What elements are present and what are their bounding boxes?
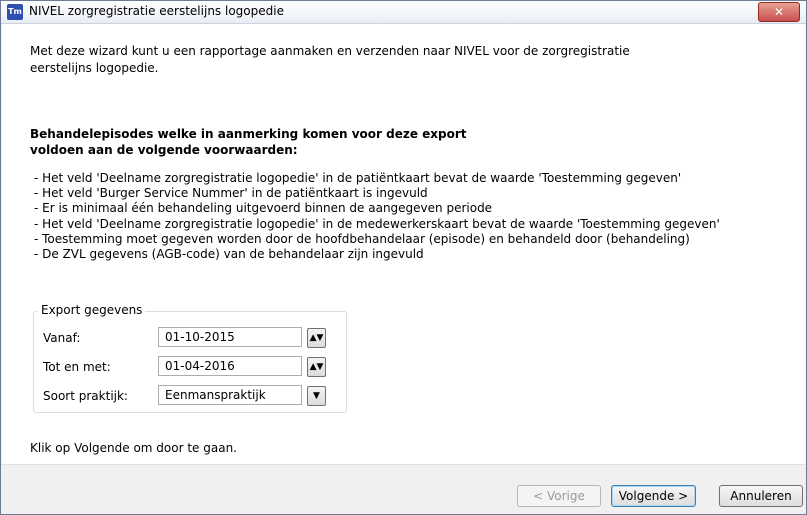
condition-item: - Het veld 'Burger Service Nummer' in de…: [34, 186, 428, 201]
close-button[interactable]: ✕: [758, 2, 800, 22]
condition-item: - De ZVL gegevens (AGB-code) van de beha…: [34, 247, 424, 262]
condition-item: - Er is minimaal één behandeling uitgevo…: [34, 201, 493, 216]
footer-separator: [1, 464, 806, 465]
previous-button[interactable]: < Vorige: [517, 485, 601, 507]
tot-en-met-label: Tot en met:: [43, 360, 111, 374]
export-groupbox-legend: Export gegevens: [38, 303, 146, 317]
vanaf-spin-button[interactable]: ▲▼: [307, 328, 326, 348]
soort-praktijk-label: Soort praktijk:: [43, 389, 128, 403]
conditions-list: - Het veld 'Deelname zorgregistratie log…: [34, 171, 720, 262]
continue-hint: Klik op Volgende om door te gaan.: [30, 441, 237, 455]
window-title: NIVEL zorgregistratie eerstelijns logope…: [29, 4, 284, 18]
title-bar: Tm NIVEL zorgregistratie eerstelijns log…: [1, 1, 806, 24]
tot-en-met-spin-button[interactable]: ▲▼: [307, 357, 326, 377]
soort-praktijk-select[interactable]: Eenmanspraktijk: [158, 385, 302, 405]
condition-item: - Het veld 'Deelname zorgregistratie log…: [34, 171, 682, 185]
app-icon: Tm: [7, 4, 23, 20]
tot-en-met-date-input[interactable]: 01-04-2016: [158, 356, 302, 376]
next-button[interactable]: Volgende >: [611, 485, 696, 507]
cancel-button[interactable]: Annuleren: [719, 485, 803, 507]
soort-praktijk-dropdown-button[interactable]: ▼: [307, 386, 326, 406]
vanaf-label: Vanaf:: [43, 331, 81, 345]
intro-text: Met deze wizard kunt u een rapportage aa…: [30, 44, 630, 75]
wizard-window: Tm NIVEL zorgregistratie eerstelijns log…: [0, 0, 807, 515]
vanaf-date-input[interactable]: 01-10-2015: [158, 327, 302, 347]
condition-item: - Het veld 'Deelname zorgregistratie log…: [34, 216, 720, 231]
conditions-heading: Behandelepisodes welke in aanmerking kom…: [30, 127, 467, 157]
condition-item: - Toestemming moet gegeven worden door d…: [34, 231, 690, 246]
